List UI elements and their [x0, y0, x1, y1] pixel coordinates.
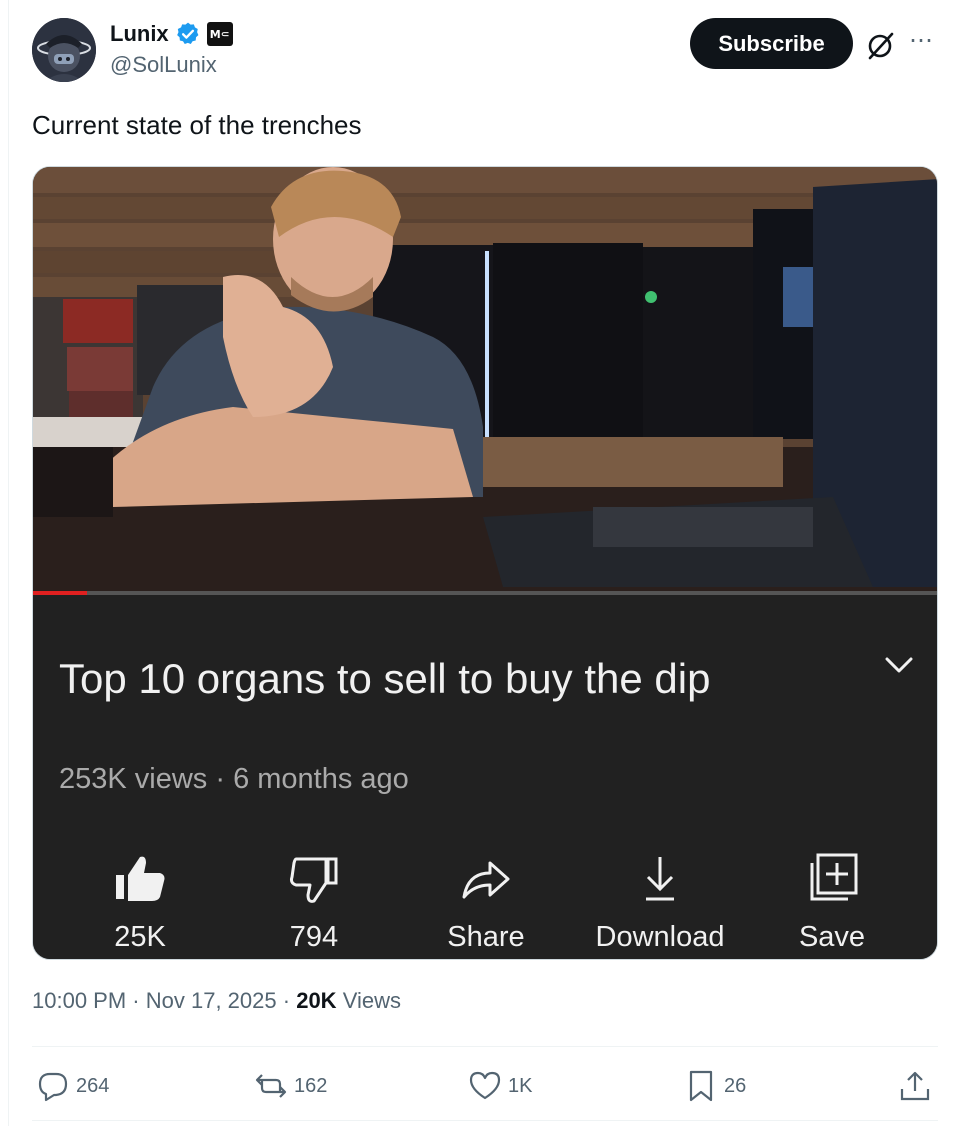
reply-button[interactable]: 264: [36, 1066, 109, 1106]
share-arrow-icon: [462, 861, 510, 899]
reply-icon: [38, 1072, 68, 1102]
repost-count: 162: [294, 1074, 328, 1097]
download-label: Download: [595, 921, 725, 953]
video-meta: 253K views · 6 months ago: [59, 763, 409, 795]
bookmark-button[interactable]: 26: [684, 1066, 746, 1106]
thumbs-up-icon: [116, 856, 165, 901]
like-button[interactable]: 1K: [468, 1066, 532, 1106]
views-label: Views: [342, 988, 401, 1013]
save-label: Save: [798, 921, 866, 953]
heart-icon: [469, 1071, 501, 1100]
share-tweet-button[interactable]: [898, 1066, 932, 1106]
dislike-video-button[interactable]: 794: [239, 851, 389, 959]
share-upload-icon: [900, 1071, 930, 1101]
avatar-image: [32, 18, 96, 82]
author-handle[interactable]: @SolLunix: [110, 52, 217, 78]
save-video-button[interactable]: Save: [757, 851, 907, 959]
repost-button[interactable]: 162: [254, 1066, 327, 1106]
video-title[interactable]: Top 10 organs to sell to buy the dip: [59, 655, 710, 703]
divider: [32, 1046, 938, 1047]
divider: [32, 1120, 938, 1121]
tweet-time[interactable]: 10:00 PM: [32, 988, 126, 1013]
reply-count: 264: [76, 1074, 110, 1097]
save-playlist-icon: [810, 853, 858, 901]
like-count: 25K: [114, 921, 166, 953]
bookmark-count: 26: [724, 1074, 747, 1097]
verified-badge-icon[interactable]: [175, 21, 201, 47]
tweet-text: Current state of the trenches: [32, 110, 362, 140]
avatar[interactable]: [32, 18, 96, 82]
more-options-icon[interactable]: ⋯: [906, 29, 936, 60]
author-name[interactable]: Lunix: [110, 21, 169, 47]
like-video-button[interactable]: 25K: [65, 851, 215, 959]
media-card[interactable]: Top 10 organs to sell to buy the dip 253…: [32, 166, 938, 960]
separator-dot: ·: [282, 988, 297, 1013]
download-video-button[interactable]: Download: [585, 851, 735, 959]
author-name-row: Lunix M⸦: [110, 20, 233, 48]
subscribe-button[interactable]: Subscribe: [690, 18, 853, 69]
grok-icon[interactable]: [864, 28, 898, 62]
thumbs-down-icon: [290, 857, 338, 903]
dislike-count: 794: [289, 921, 339, 953]
bookmark-icon: [689, 1070, 713, 1102]
repost-icon: [255, 1074, 287, 1098]
download-icon: [646, 857, 674, 901]
column-border: [8, 0, 9, 1126]
video-info-panel: Top 10 organs to sell to buy the dip 253…: [33, 595, 937, 959]
views-count: 20K: [296, 988, 337, 1013]
like-count-tweet: 1K: [508, 1074, 533, 1097]
share-video-button[interactable]: Share: [411, 851, 561, 959]
tweet-date[interactable]: Nov 17, 2025: [146, 988, 277, 1013]
chevron-down-icon[interactable]: [881, 647, 917, 683]
affiliate-badge-icon[interactable]: M⸦: [206, 22, 233, 46]
tweet-timestamp: 10:00 PM · Nov 17, 2025 · 20K Views: [32, 988, 401, 1014]
share-label: Share: [447, 921, 525, 953]
separator-dot: ·: [132, 988, 146, 1013]
video-still-photo: [33, 167, 937, 595]
